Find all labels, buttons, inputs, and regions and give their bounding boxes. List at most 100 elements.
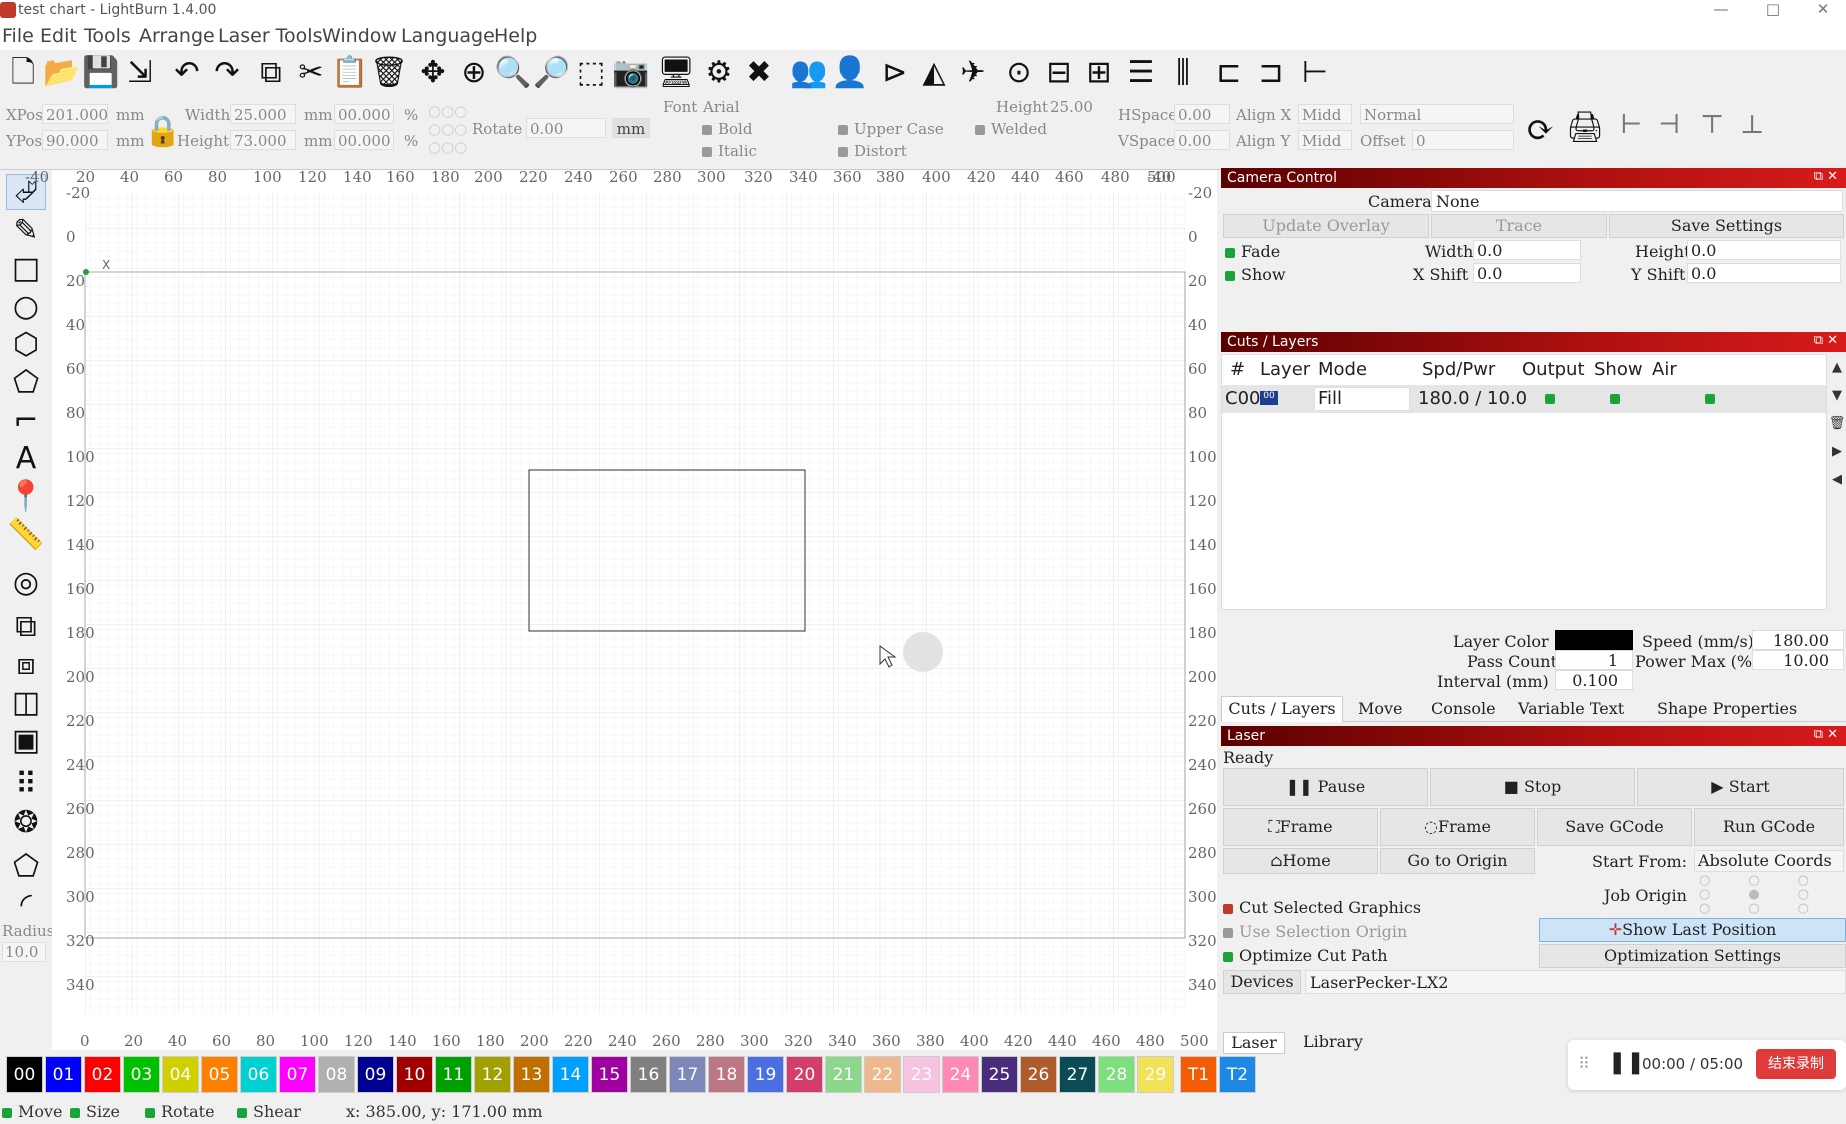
distribute-h-icon[interactable]: ☰ [1122, 54, 1160, 92]
xpos-input[interactable]: 201.000 [42, 104, 108, 124]
weld-tool-icon[interactable]: ⧉ [6, 608, 46, 644]
measure-tool-icon[interactable]: 📏 [6, 516, 46, 552]
hspace-input[interactable]: 0.00 [1174, 104, 1230, 124]
rotate-input[interactable]: 0.00 [526, 118, 606, 138]
move-checkbox[interactable] [2, 1107, 12, 1118]
palette-swatch-15[interactable]: 15 [591, 1056, 628, 1093]
expand-right-icon[interactable]: ▶ [1828, 438, 1846, 466]
polyline-tool-icon[interactable]: ⬠ [6, 364, 46, 400]
palette-swatch-23[interactable]: 23 [903, 1056, 940, 1093]
palette-swatch-02[interactable]: 02 [84, 1056, 121, 1093]
undo-icon[interactable]: ↶ [168, 54, 206, 92]
cut-selected-checkbox[interactable] [1223, 903, 1233, 914]
row-mode-select[interactable]: Fill [1314, 387, 1410, 411]
palette-swatch-03[interactable]: 03 [123, 1056, 160, 1093]
cam-width-input[interactable]: 0.0 [1473, 240, 1581, 260]
offset-input[interactable]: 0 [1412, 130, 1514, 150]
distribute-icon[interactable]: ⊞ [1080, 54, 1118, 92]
frame-tool-icon[interactable]: ⌐ [6, 402, 46, 438]
save-icon[interactable]: 💾 [82, 54, 120, 92]
update-overlay-button[interactable]: Update Overlay [1223, 214, 1429, 238]
fade-checkbox[interactable] [1225, 247, 1235, 258]
pass-count-input[interactable]: 1 [1555, 650, 1633, 670]
menu-laser-tools[interactable]: Laser Tools [218, 25, 322, 47]
optimization-settings-button[interactable]: Optimization Settings [1539, 944, 1846, 968]
italic-checkbox[interactable] [702, 147, 712, 157]
row-air-checkbox[interactable] [1705, 394, 1715, 404]
design-canvas[interactable]: X -40 20 40 60 80 100 120 140 160 180 200 220 240 260… [25, 168, 1217, 1050]
interval-input[interactable]: 0.100 [1555, 670, 1633, 690]
palette-swatch-27[interactable]: 27 [1059, 1056, 1096, 1093]
palette-swatch-08[interactable]: 08 [318, 1056, 355, 1093]
alignx-select[interactable]: Midd [1298, 104, 1352, 124]
width-percent-input[interactable]: 00.000 [334, 104, 394, 124]
show-checkbox[interactable] [1225, 270, 1235, 281]
print-icon[interactable]: 🖨 [1566, 110, 1604, 145]
zoom-in-icon[interactable]: 🔍 [494, 54, 532, 92]
ypos-input[interactable]: 90.000 [42, 130, 108, 150]
palette-swatch-29[interactable]: 29 [1137, 1056, 1174, 1093]
start-button[interactable]: ▶ Start [1637, 768, 1844, 806]
palette-swatch-00[interactable]: 00 [6, 1056, 43, 1093]
font-select[interactable]: Arial [703, 98, 740, 116]
palette-swatch-t2[interactable]: T2 [1219, 1056, 1256, 1093]
move-down-icon[interactable]: ▼ [1828, 382, 1846, 410]
space-h-icon[interactable]: ⊏ [1210, 54, 1248, 92]
show-last-position-button[interactable]: ✛Show Last Position [1539, 918, 1846, 942]
palette-swatch-07[interactable]: 07 [279, 1056, 316, 1093]
palette-swatch-26[interactable]: 26 [1020, 1056, 1057, 1093]
zoom-selection-icon[interactable]: ⬚ [572, 54, 610, 92]
polygon-tool-icon[interactable]: ⬡ [6, 326, 46, 362]
panel-close-icon[interactable]: ⧉ ✕ [1814, 727, 1838, 742]
monitor-icon[interactable]: 🖥 [657, 54, 695, 92]
ellipse-tool-icon[interactable]: ○ [6, 288, 46, 324]
send-icon[interactable]: ✈ [954, 54, 992, 92]
maximize-button[interactable]: □ [1750, 0, 1796, 22]
open-folder-icon[interactable]: 📂 [43, 54, 81, 92]
menu-tools[interactable]: Tools [84, 25, 131, 47]
export-icon[interactable]: ⇲ [121, 54, 159, 92]
height-percent-input[interactable]: 00.000 [334, 130, 394, 150]
uppercase-checkbox[interactable] [838, 125, 848, 135]
tab-move[interactable]: Move [1358, 699, 1403, 718]
move-icon[interactable]: ✥ [414, 54, 452, 92]
size-checkbox[interactable] [70, 1107, 80, 1118]
panel-close-icon[interactable]: ⧉ ✕ [1814, 333, 1838, 348]
delete-layer-icon[interactable]: 🗑 [1828, 410, 1846, 438]
settings-icon[interactable]: ⚙ [700, 54, 738, 92]
align-left-icon[interactable]: ⊢ [1620, 110, 1642, 140]
position-tool-icon[interactable]: 📍 [6, 478, 46, 514]
boolean-subtract-icon[interactable]: ◫ [6, 684, 46, 720]
speed-input[interactable]: 180.00 [1752, 630, 1844, 650]
radius-input[interactable]: 10.0 [2, 942, 46, 962]
vspace-input[interactable]: 0.00 [1174, 130, 1230, 150]
go-to-origin-button[interactable]: Go to Origin [1380, 848, 1535, 874]
table-row[interactable]: C00 00 Fill 180.0 / 10.0 [1222, 385, 1826, 413]
palette-swatch-25[interactable]: 25 [981, 1056, 1018, 1093]
palette-swatch-16[interactable]: 16 [630, 1056, 667, 1093]
tab-variable-text[interactable]: Variable Text [1518, 699, 1624, 718]
palette-swatch-12[interactable]: 12 [474, 1056, 511, 1093]
save-gcode-button[interactable]: Save GCode [1537, 808, 1692, 846]
palette-swatch-06[interactable]: 06 [240, 1056, 277, 1093]
group-icon[interactable]: 👥 [790, 54, 828, 92]
palette-swatch-22[interactable]: 22 [864, 1056, 901, 1093]
unit-toggle-button[interactable]: mm [612, 118, 650, 138]
row-output-checkbox[interactable] [1545, 394, 1555, 404]
palette-swatch-01[interactable]: 01 [45, 1056, 82, 1093]
layer-color-swatch[interactable] [1555, 630, 1633, 650]
tab-console[interactable]: Console [1431, 699, 1496, 718]
yshift-input[interactable]: 0.0 [1687, 263, 1841, 283]
menu-edit[interactable]: Edit [40, 25, 77, 47]
rotate-checkbox[interactable] [145, 1107, 155, 1118]
boolean-intersect-icon[interactable]: ▣ [6, 722, 46, 758]
panel-close-icon[interactable]: ⧉ ✕ [1814, 169, 1838, 184]
palette-swatch-21[interactable]: 21 [825, 1056, 862, 1093]
aligny-select[interactable]: Midd [1298, 130, 1352, 150]
close-button[interactable]: ✕ [1800, 0, 1846, 22]
palette-swatch-t1[interactable]: T1 [1180, 1056, 1217, 1093]
align-center-icon[interactable]: ⊟ [1040, 54, 1078, 92]
lock-icon[interactable]: 🔒 [144, 114, 181, 149]
palette-swatch-20[interactable]: 20 [786, 1056, 823, 1093]
bold-checkbox[interactable] [702, 125, 712, 135]
